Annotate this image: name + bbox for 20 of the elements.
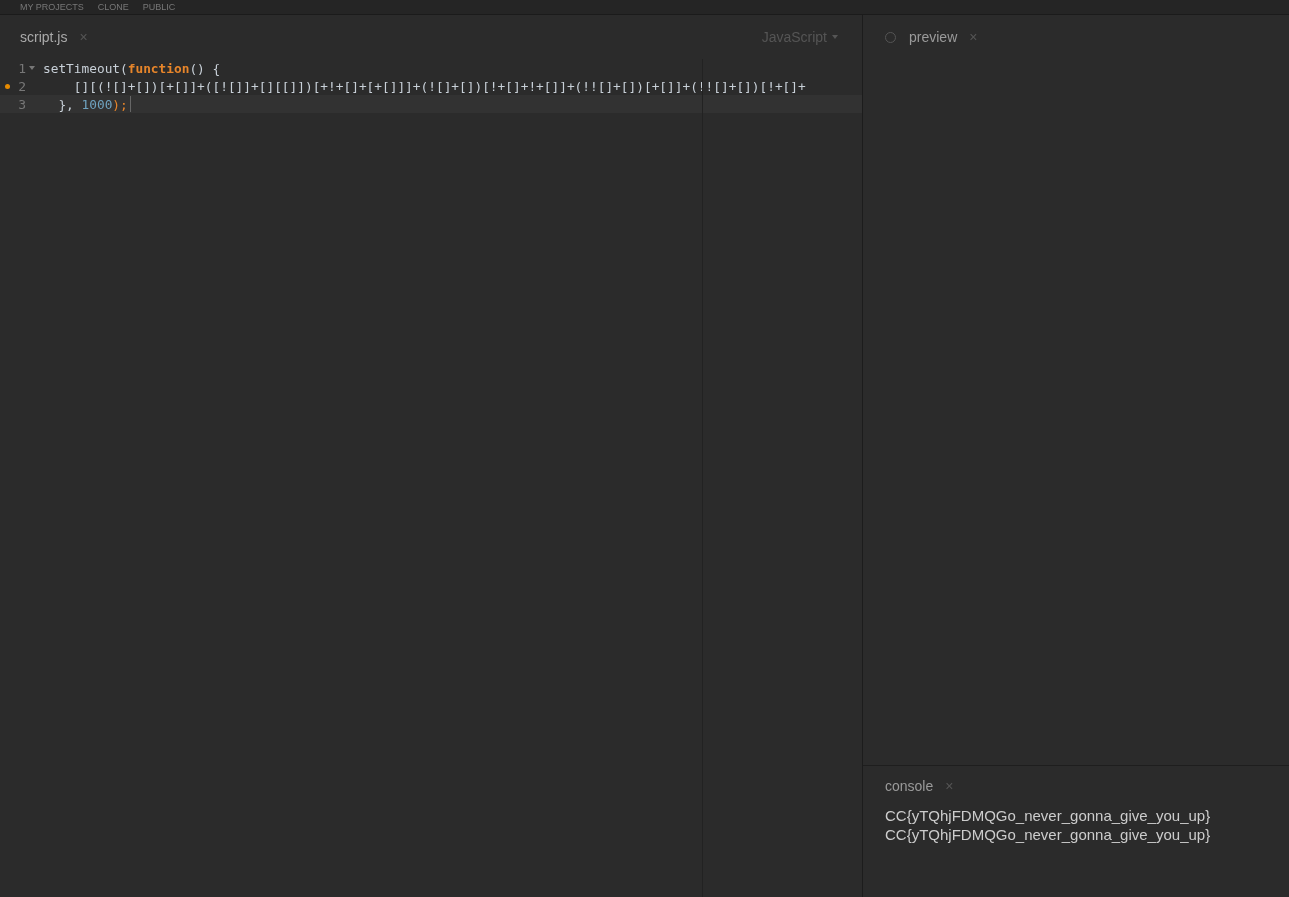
console-tab[interactable]: console bbox=[885, 778, 934, 794]
code-line: [][(![]+[])[+[]]+([![]]+[][[]])[+!+[]+[+[]]]+(![]+[])[!+[]+!+[]]+(!![]+[])[+[]]+(!![]+[])[!+[]+ bbox=[72, 78, 806, 94]
preview-tab[interactable]: preview bbox=[909, 29, 958, 45]
console-output: CC{yTQhjFDMQGo_never_gonna_give_you_up} bbox=[885, 806, 1212, 825]
nav-link[interactable]: MY PROJECTS bbox=[20, 2, 84, 12]
console-output: CC{yTQhjFDMQGo_never_gonna_give_you_up} bbox=[885, 825, 1212, 844]
line-number: 3 bbox=[17, 96, 26, 112]
file-tab[interactable]: script.js bbox=[20, 29, 68, 45]
line-number: 1 bbox=[17, 60, 26, 76]
nav-link[interactable]: PUBLIC bbox=[142, 2, 176, 12]
line-number: 2 bbox=[17, 78, 26, 94]
close-button[interactable]: × bbox=[969, 29, 978, 45]
close-button[interactable]: × bbox=[79, 29, 88, 45]
close-button[interactable]: × bbox=[945, 778, 954, 794]
code-line: setTimeout(function() { bbox=[43, 60, 221, 76]
caret-icon bbox=[832, 35, 838, 39]
text-cursor bbox=[129, 96, 131, 112]
nav-link[interactable]: CLONE bbox=[97, 2, 129, 12]
code-line: }, 1000); bbox=[57, 96, 128, 112]
fold-arrow-icon[interactable] bbox=[29, 66, 35, 70]
